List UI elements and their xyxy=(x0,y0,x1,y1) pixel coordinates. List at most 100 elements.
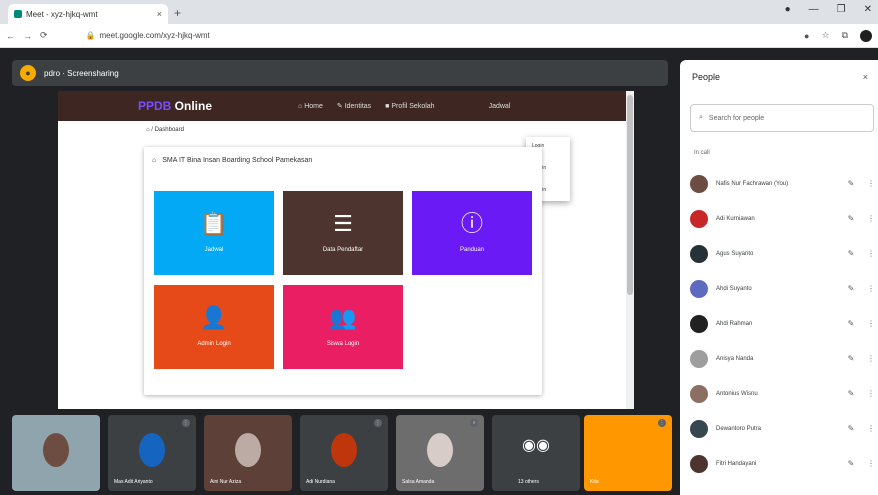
participant-row[interactable]: Ahdi Rahman ✎ ⋮ xyxy=(690,306,876,341)
nav-identitas[interactable]: ✎ Identitas xyxy=(337,102,371,110)
participant-face xyxy=(427,433,453,467)
nav-home[interactable]: ⌂ Home xyxy=(298,103,323,110)
avatar xyxy=(690,349,708,368)
participant-list: Nafis Nur Fachrawan (You) ✎ ⋮ Adi Kurniawan… xyxy=(690,166,876,481)
mic-off-icon: ○ xyxy=(470,419,478,427)
participant-row[interactable]: Anisya Nanda ✎ ⋮ xyxy=(690,341,876,376)
video-tile[interactable]: ⋮ Adi Nurdiana xyxy=(300,415,388,491)
browser-tab-strip: Meet - xyz-hjkq-wmt × + ● — ❐ ✕ xyxy=(0,0,878,24)
participant-name: Agus Suyanto xyxy=(716,250,754,257)
mic-icon[interactable]: ✎ xyxy=(844,319,858,328)
avatar xyxy=(690,454,708,473)
tab-close-icon[interactable]: × xyxy=(157,9,162,19)
video-tile[interactable] xyxy=(12,415,100,491)
close-panel-icon[interactable]: × xyxy=(863,72,868,82)
star-icon[interactable]: ☆ xyxy=(821,30,829,41)
search-icon: ⌕ xyxy=(699,114,703,121)
mic-off-icon: ⋮ xyxy=(658,419,666,427)
participant-row[interactable]: Agus Suyanto ✎ ⋮ xyxy=(690,236,876,271)
maximize-icon[interactable]: ❐ xyxy=(837,4,846,15)
video-tile[interactable]: Aini Nur Aziza xyxy=(204,415,292,491)
tile-data-pendaftar[interactable]: ☰ Data Pendaftar xyxy=(283,191,403,275)
more-options-icon[interactable]: ⋮ xyxy=(866,214,876,223)
video-tile[interactable]: ⋮ Mas Adit Ariyanto xyxy=(108,415,196,491)
mic-icon[interactable]: ✎ xyxy=(844,389,858,398)
minimize-icon[interactable]: — xyxy=(809,4,819,15)
site-brand[interactable]: PPDB Online xyxy=(138,99,212,113)
mic-icon[interactable]: ✎ xyxy=(844,459,858,468)
toolbar-icons: ● ☆ ⧉ xyxy=(804,29,872,42)
participant-row[interactable]: Nafis Nur Fachrawan (You) ✎ ⋮ xyxy=(690,166,876,201)
meet-stage: ● pdro · Screensharing PPDB Online ⌂ Hom… xyxy=(0,48,878,495)
search-placeholder: Search for people xyxy=(708,114,765,122)
mic-icon[interactable]: ✎ xyxy=(844,354,858,363)
list-icon: ☰ xyxy=(333,211,353,236)
more-options-icon[interactable]: ⋮ xyxy=(866,389,876,398)
more-options-icon[interactable]: ⋮ xyxy=(866,319,876,328)
participant-name: Antonius Wisnu xyxy=(716,390,758,397)
address-bar: ← → ⟳ 🔒 meet.google.com/xyz-hjkq-wmt ● ☆… xyxy=(0,24,878,48)
scrollbar-thumb[interactable] xyxy=(627,95,633,295)
nav-profil[interactable]: ■ Profil Sekolah xyxy=(385,103,434,110)
tab-title: Meet - xyz-hjkq-wmt xyxy=(26,9,98,19)
people-title: People xyxy=(692,72,721,82)
participant-video-strip: ⋮ Mas Adit Ariyanto Aini Nur Aziza ⋮ Adi N… xyxy=(12,415,672,495)
presenter-icon: ● xyxy=(20,65,36,81)
more-options-icon[interactable]: ⋮ xyxy=(866,249,876,258)
video-tile[interactable]: ○ Salsa Amanda xyxy=(396,415,484,491)
participant-row[interactable]: Antonius Wisnu ✎ ⋮ xyxy=(690,376,876,411)
participant-face xyxy=(235,433,261,467)
lock-icon: 🔒 xyxy=(85,31,96,40)
more-options-icon[interactable]: ⋮ xyxy=(866,459,876,468)
mic-icon[interactable]: ✎ xyxy=(844,424,858,433)
forward-icon[interactable]: → xyxy=(23,31,32,41)
card-title: ⌂ SMA IT Bina Insan Boarding School Pame… xyxy=(152,157,313,164)
avatar xyxy=(690,279,708,298)
participant-face xyxy=(139,433,165,467)
mic-icon[interactable]: ✎ xyxy=(844,249,858,258)
home-icon: ⌂ xyxy=(152,157,157,164)
new-tab-button[interactable]: + xyxy=(174,6,181,20)
extensions-icon[interactable]: ⧉ xyxy=(842,30,848,41)
participant-row[interactable]: Adi Kurniawan ✎ ⋮ xyxy=(690,201,876,236)
more-options-icon[interactable]: ⋮ xyxy=(866,179,876,188)
meeting-code: pdro · Screensharing xyxy=(44,68,119,78)
mic-off-icon: ⋮ xyxy=(182,419,190,427)
participant-name: Adi Kurniawan xyxy=(716,215,755,222)
person-icon: 👤 xyxy=(200,305,228,330)
mic-icon[interactable]: ✎ xyxy=(844,284,858,293)
avatar xyxy=(690,384,708,403)
site-navbar: PPDB Online ⌂ Home ✎ Identitas ■ Profil … xyxy=(58,91,626,121)
profile-avatar-icon[interactable] xyxy=(860,29,872,42)
people-search-input[interactable]: ⌕ Search for people xyxy=(690,104,874,132)
browser-tab[interactable]: Meet - xyz-hjkq-wmt × xyxy=(8,4,168,24)
group-icon: 👥 xyxy=(329,305,357,330)
more-options-icon[interactable]: ⋮ xyxy=(866,354,876,363)
back-icon[interactable]: ← xyxy=(6,31,15,41)
tile-jadwal[interactable]: 📋 Jadwal xyxy=(154,191,274,275)
close-window-icon[interactable]: ✕ xyxy=(864,4,872,15)
participant-row[interactable]: Fitri Handayani ✎ ⋮ xyxy=(690,446,876,481)
tile-siswa-login[interactable]: 👥 Siswa Login xyxy=(283,285,403,369)
mic-icon[interactable]: ✎ xyxy=(844,179,858,188)
camera-icon[interactable]: ● xyxy=(804,31,809,41)
more-options-icon[interactable]: ⋮ xyxy=(866,424,876,433)
participant-name: Fitri Handayani xyxy=(716,460,757,467)
participant-row[interactable]: Ahdi Suyanto ✎ ⋮ xyxy=(690,271,876,306)
url-field[interactable]: 🔒 meet.google.com/xyz-hjkq-wmt xyxy=(86,31,210,40)
avatar xyxy=(690,209,708,228)
video-tile-self[interactable]: ⋮ Kita xyxy=(584,415,672,491)
nav-jadwal[interactable]: Jadwal xyxy=(489,103,511,110)
clipboard-icon: 📋 xyxy=(200,211,228,236)
tile-panduan[interactable]: ⓘ Panduan xyxy=(412,191,532,275)
participant-row[interactable]: Dewantoro Putra ✎ ⋮ xyxy=(690,411,876,446)
dashboard-card: ⌂ SMA IT Bina Insan Boarding School Pame… xyxy=(144,147,542,395)
participant-face xyxy=(331,433,357,467)
video-tile-others[interactable]: ◉◉ 13 others xyxy=(492,415,580,491)
page-scrollbar[interactable] xyxy=(626,91,634,409)
mic-icon[interactable]: ✎ xyxy=(844,214,858,223)
more-options-icon[interactable]: ⋮ xyxy=(866,284,876,293)
tile-admin-login[interactable]: 👤 Admin Login xyxy=(154,285,274,369)
profile-dot-icon[interactable]: ● xyxy=(785,4,791,15)
reload-icon[interactable]: ⟳ xyxy=(40,30,48,41)
